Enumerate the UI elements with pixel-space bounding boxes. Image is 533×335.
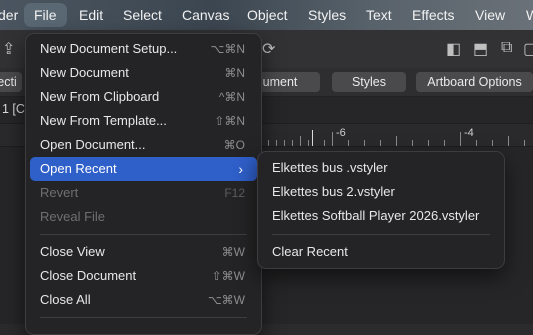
tab-styles[interactable]: Styles: [332, 72, 406, 92]
menu-separator: [40, 234, 247, 235]
menu-text[interactable]: Text: [366, 0, 392, 30]
ruler-label: -6: [336, 127, 346, 139]
menu-item-open-document[interactable]: Open Document... ⌘O: [30, 133, 257, 157]
menu-item-close-document[interactable]: Close Document ⇧⌘W: [30, 264, 257, 288]
menu-item-reveal-file: Reveal File: [40, 209, 106, 224]
flip-vertical-icon[interactable]: ⬒: [473, 39, 488, 59]
rotate-icon[interactable]: ⟳: [262, 39, 275, 59]
flip-horizontal-icon[interactable]: ◧: [446, 39, 461, 59]
menu-separator: [40, 317, 247, 318]
ruler-label: -4: [464, 127, 474, 139]
menu-bar: der File Edit Select Canvas Object Style…: [0, 0, 533, 30]
menu-canvas[interactable]: Canvas: [182, 0, 229, 30]
menu-item-open-recent[interactable]: Open Recent ›: [30, 157, 257, 181]
menu-item-revert: Revert F12: [40, 185, 245, 200]
menu-item-new-document-setup[interactable]: New Document Setup... ⌥⌘N: [30, 37, 257, 61]
transform-icon[interactable]: ⧉: [501, 39, 512, 57]
recent-file-item[interactable]: Elkettes bus 2.vstyler: [262, 180, 500, 204]
recent-file-item[interactable]: Elkettes bus .vstyler: [262, 156, 500, 180]
menu-item-new-document[interactable]: New Document ⌘N: [30, 61, 257, 85]
menu-item-close-all[interactable]: Close All ⌥⌘W: [30, 288, 257, 312]
document-tab[interactable]: 1 [C: [2, 102, 25, 116]
menu-object[interactable]: Object: [247, 0, 287, 30]
menu-styles[interactable]: Styles: [308, 0, 346, 30]
menu-item-close-view[interactable]: Close View ⌘W: [30, 240, 257, 264]
menu-select[interactable]: Select: [123, 0, 162, 30]
share-icon[interactable]: ⇪: [2, 39, 15, 59]
menu-item-new-from-template[interactable]: New From Template... ⇧⌘N: [30, 109, 257, 133]
arrange-icon[interactable]: ▢: [523, 39, 533, 59]
menu-edit[interactable]: Edit: [79, 0, 103, 30]
menu-effects[interactable]: Effects: [412, 0, 455, 30]
menu-view[interactable]: View: [475, 0, 505, 30]
menu-item-new-from-clipboard[interactable]: New From Clipboard ^⌘N: [30, 85, 257, 109]
menu-separator: [272, 234, 490, 235]
tab-artboard-options[interactable]: Artboard Options: [416, 72, 533, 92]
clear-recent-item[interactable]: Clear Recent: [262, 240, 500, 264]
menu-file[interactable]: File: [24, 3, 67, 27]
tab-selection[interactable]: ecti: [0, 72, 22, 92]
menu-app[interactable]: der: [0, 0, 18, 30]
file-menu: New Document Setup... ⌥⌘N New Document ⌘…: [25, 33, 262, 335]
recent-file-item[interactable]: Elkettes Softball Player 2026.vstyler: [262, 204, 500, 228]
open-recent-submenu: Elkettes bus .vstyler Elkettes bus 2.vst…: [257, 151, 505, 269]
chevron-right-icon: ›: [238, 161, 243, 177]
menu-window[interactable]: W: [526, 0, 533, 30]
